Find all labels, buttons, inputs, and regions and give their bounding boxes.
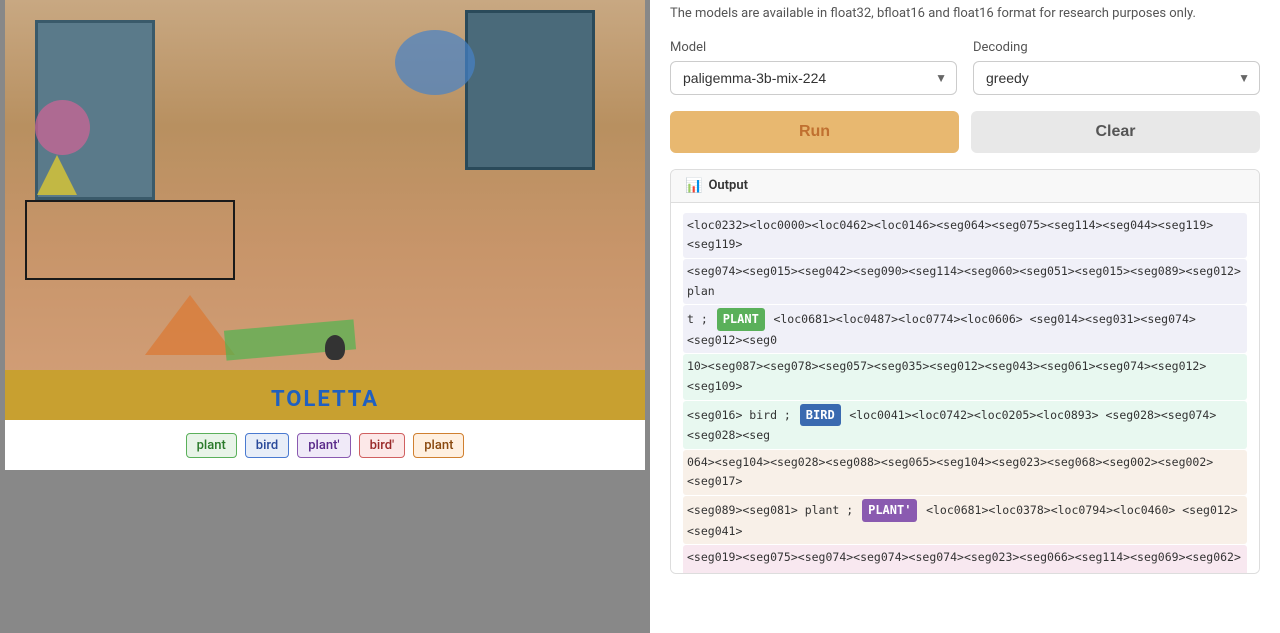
legend-bird: bird	[245, 433, 289, 458]
buttons-row: Run Clear	[670, 111, 1260, 153]
sign-text: TOLETTA	[271, 387, 379, 412]
output-row-1: <loc0232><loc0000><loc0462><loc0146><seg…	[683, 213, 1247, 258]
output-block: <loc0232><loc0000><loc0462><loc0146><seg…	[683, 213, 1247, 573]
pigeon-shape	[325, 335, 345, 360]
shape-pink-circle	[35, 100, 90, 155]
token-1-2: <seg074><seg015><seg042><seg090><seg114>…	[687, 264, 1241, 298]
output-icon: 📊	[685, 178, 702, 194]
output-header: 📊 Output	[671, 170, 1259, 203]
token-3-2: <seg089><seg081> plant ;	[687, 503, 860, 517]
decoding-select[interactable]: greedy beam search sampling	[973, 61, 1260, 95]
decoding-label: Decoding	[973, 40, 1260, 55]
right-panel: The models are available in float32, bfl…	[650, 0, 1280, 633]
token-1-1: <loc0232><loc0000><loc0462><loc0146><seg…	[687, 218, 1213, 252]
legend-area: plant bird plant' bird' plant	[5, 420, 645, 470]
image-area: TOLETTA	[5, 0, 645, 420]
model-select-wrapper[interactable]: paligemma-3b-mix-224 paligemma-3b-pt-224…	[670, 61, 957, 95]
shape-orange-triangle	[145, 295, 235, 355]
decoding-select-wrapper[interactable]: greedy beam search sampling ▼	[973, 61, 1260, 95]
output-row-1c: t ; PLANT <loc0681><loc0487><loc0774><lo…	[683, 305, 1247, 353]
sign-bar: TOLETTA	[5, 370, 645, 420]
legend-badge-plant2: plant'	[297, 433, 350, 458]
token-4-1: <seg019><seg075><seg074><seg074><seg074>…	[687, 550, 1241, 572]
plant-badge-1: PLANT	[717, 308, 765, 330]
window-right	[465, 10, 595, 170]
token-1-3: t ;	[687, 312, 715, 326]
legend-plant: plant	[186, 433, 237, 458]
token-2-2: <seg016> bird ;	[687, 408, 798, 422]
bird-badge-1: BIRD	[800, 404, 841, 426]
model-control-group: Model paligemma-3b-mix-224 paligemma-3b-…	[670, 40, 957, 95]
token-3-1: 064><seg104><seg028><seg088><seg065><seg…	[687, 455, 1213, 489]
output-row-3b: <seg089><seg081> plant ; PLANT' <loc0681…	[683, 496, 1247, 544]
output-row-4: <seg019><seg075><seg074><seg074><seg074>…	[683, 545, 1247, 572]
output-section: 📊 Output <loc0232><loc0000><loc0462><loc…	[670, 169, 1260, 574]
output-row-2: 10><seg087><seg078><seg057><seg035><seg0…	[683, 354, 1247, 399]
left-panel: TOLETTA plant bird plant' bird' plant	[0, 0, 650, 633]
output-row-2b: <seg016> bird ; BIRD <loc0041><loc0742><…	[683, 401, 1247, 449]
legend-badge-plant: plant	[186, 433, 237, 458]
plant2-badge: PLANT'	[862, 499, 917, 521]
model-label: Model	[670, 40, 957, 55]
clear-button[interactable]: Clear	[971, 111, 1260, 153]
legend-plant3: plant	[413, 433, 464, 458]
balcony-rail	[25, 200, 235, 280]
output-tab-label: Output	[708, 178, 748, 193]
legend-badge-bird: bird	[245, 433, 289, 458]
legend-bird2: bird'	[359, 433, 406, 458]
decoding-control-group: Decoding greedy beam search sampling ▼	[973, 40, 1260, 95]
legend-plant2: plant'	[297, 433, 350, 458]
shape-blue-circle	[395, 30, 475, 95]
token-2-1: 10><seg087><seg078><seg057><seg035><seg0…	[687, 359, 1206, 393]
output-row-1b: <seg074><seg015><seg042><seg090><seg114>…	[683, 259, 1247, 304]
model-select[interactable]: paligemma-3b-mix-224 paligemma-3b-pt-224…	[670, 61, 957, 95]
legend-badge-bird2: bird'	[359, 433, 406, 458]
output-row-3: 064><seg104><seg028><seg088><seg065><seg…	[683, 450, 1247, 495]
run-button[interactable]: Run	[670, 111, 959, 153]
output-content: <loc0232><loc0000><loc0462><loc0146><seg…	[671, 203, 1259, 573]
legend-badge-plant3: plant	[413, 433, 464, 458]
controls-row: Model paligemma-3b-mix-224 paligemma-3b-…	[670, 40, 1260, 95]
info-text: The models are available in float32, bfl…	[670, 0, 1260, 24]
shape-yellow-triangle	[37, 155, 77, 195]
